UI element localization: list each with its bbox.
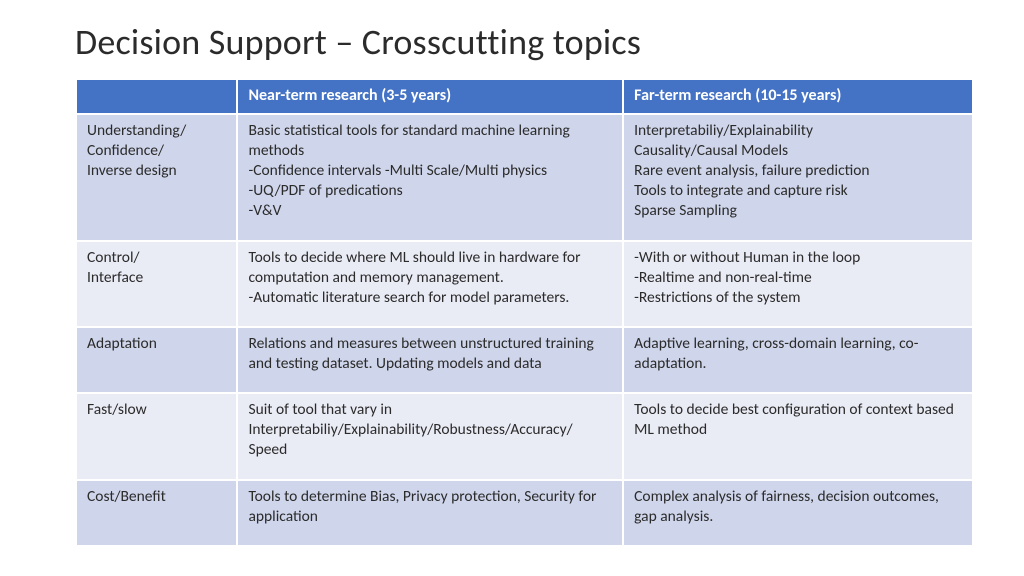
header-blank — [76, 79, 237, 114]
topics-table: Near-term research (3-5 years) Far-term … — [75, 78, 974, 547]
row-far: Adaptive learning, cross-domain learning… — [623, 327, 973, 393]
header-near-term: Near-term research (3-5 years) — [237, 79, 623, 114]
row-far: Tools to decide best configuration of co… — [623, 393, 973, 479]
row-far: Interpretabiliy/Explainability Causality… — [623, 114, 973, 241]
row-topic: Adaptation — [76, 327, 237, 393]
row-far: Complex analysis of fairness, decision o… — [623, 480, 973, 546]
row-near: Suit of tool that vary in Interpretabili… — [237, 393, 623, 479]
row-near: Basic statistical tools for standard mac… — [237, 114, 623, 241]
table-header-row: Near-term research (3-5 years) Far-term … — [76, 79, 973, 114]
slide: Decision Support – Crosscutting topics N… — [0, 0, 1024, 567]
row-topic: Control/ Interface — [76, 241, 237, 327]
row-far: -With or without Human in the loop -Real… — [623, 241, 973, 327]
table-row: Cost/Benefit Tools to determine Bias, Pr… — [76, 480, 973, 546]
row-near: Relations and measures between unstructu… — [237, 327, 623, 393]
table-row: Adaptation Relations and measures betwee… — [76, 327, 973, 393]
table-row: Fast/slow Suit of tool that vary in Inte… — [76, 393, 973, 479]
table-row: Understanding/ Confidence/ Inverse desig… — [76, 114, 973, 241]
row-near: Tools to decide where ML should live in … — [237, 241, 623, 327]
header-far-term: Far-term research (10-15 years) — [623, 79, 973, 114]
table-row: Control/ Interface Tools to decide where… — [76, 241, 973, 327]
slide-title: Decision Support – Crosscutting topics — [75, 20, 974, 64]
row-topic: Cost/Benefit — [76, 480, 237, 546]
row-near: Tools to determine Bias, Privacy protect… — [237, 480, 623, 546]
row-topic: Understanding/ Confidence/ Inverse desig… — [76, 114, 237, 241]
row-topic: Fast/slow — [76, 393, 237, 479]
